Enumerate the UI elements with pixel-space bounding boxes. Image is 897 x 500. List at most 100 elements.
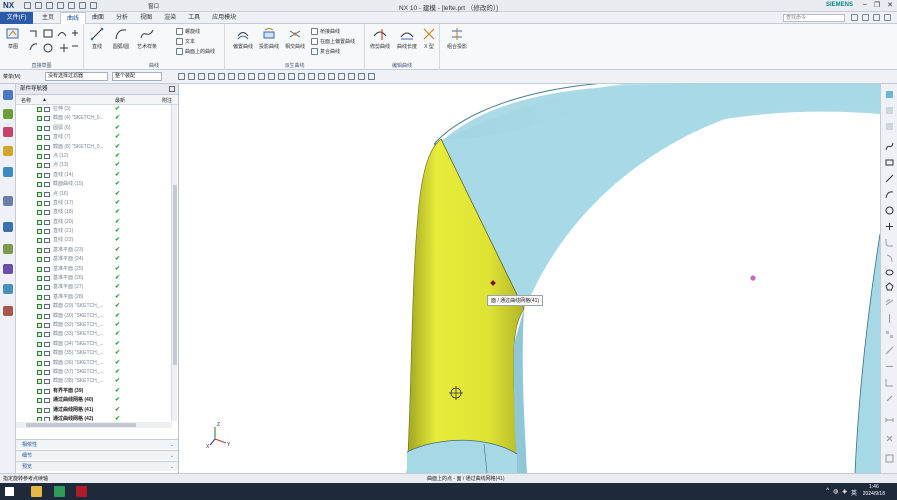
offset-curve-button[interactable]: 投影曲线 xyxy=(257,27,281,50)
divide-icon[interactable] xyxy=(885,362,894,371)
snap-on-curve-icon[interactable] xyxy=(288,73,295,80)
tree-row[interactable]: 截面 (32) "SKETCH_... ✔ xyxy=(16,321,172,330)
ime-indicator[interactable]: 英 xyxy=(851,488,857,497)
tree-row[interactable]: 直线 (17) ✔ xyxy=(16,199,172,208)
tree-row[interactable]: 基准平面 (25) ✔ xyxy=(16,265,172,274)
more-tools-icon[interactable] xyxy=(885,454,894,463)
section-view-icon[interactable] xyxy=(348,73,355,80)
tree-row[interactable]: 基准平面 (23) ✔ xyxy=(16,246,172,255)
tree-row[interactable]: 基准平面 (27) ✔ xyxy=(16,283,172,292)
main-menu-button[interactable]: 菜单(M) xyxy=(3,73,21,80)
visibility-checkbox[interactable] xyxy=(37,153,42,159)
tree-row[interactable]: 直线 (22) ✔ xyxy=(16,236,172,245)
tree-row[interactable]: 直线 (21) ✔ xyxy=(16,227,172,236)
visibility-checkbox[interactable] xyxy=(37,266,42,272)
close-icon[interactable]: ✕ xyxy=(887,1,893,9)
offset-icon[interactable] xyxy=(885,298,894,307)
section-dependencies[interactable]: 相依性 ⌄ xyxy=(16,439,178,449)
assembly-navigator-icon[interactable] xyxy=(3,109,13,119)
select-all-icon[interactable] xyxy=(188,73,195,80)
tree-row[interactable]: 截面 (8) "SKETCH_0... ✔ xyxy=(16,143,172,152)
visibility-checkbox[interactable] xyxy=(37,379,42,385)
system-materials-icon[interactable] xyxy=(3,244,13,254)
mirror-icon[interactable] xyxy=(885,314,894,323)
x-type-button[interactable]: X 型 xyxy=(420,27,438,50)
visibility-checkbox[interactable] xyxy=(37,369,42,375)
restore-icon[interactable]: ❐ xyxy=(874,1,880,9)
point-tool-icon[interactable] xyxy=(885,222,894,231)
web-browser-icon[interactable] xyxy=(3,196,13,206)
tree-row[interactable]: 圆弧 (6) ✔ xyxy=(16,124,172,133)
curve-length-button[interactable]: 曲线长度 xyxy=(395,27,419,50)
visibility-checkbox[interactable] xyxy=(37,238,42,244)
visibility-checkbox[interactable] xyxy=(37,304,42,310)
visibility-checkbox[interactable] xyxy=(37,210,42,216)
intersect-curve-button[interactable]: 相交曲线 xyxy=(283,27,307,50)
combine-projection-button[interactable]: 组合投影 xyxy=(445,27,469,50)
visibility-checkbox[interactable] xyxy=(37,257,42,263)
tree-row[interactable]: 截面 (37) "SKETCH_... ✔ xyxy=(16,368,172,377)
start-icon[interactable] xyxy=(5,487,14,496)
file-menu-button[interactable]: 文件(F) xyxy=(0,12,33,24)
tab-curve[interactable]: 曲线 xyxy=(60,12,87,24)
navigator-hscroll[interactable] xyxy=(16,422,172,428)
visibility-checkbox[interactable] xyxy=(37,313,42,319)
visibility-checkbox[interactable] xyxy=(37,219,42,225)
relation-icon[interactable] xyxy=(885,434,894,443)
model-view[interactable]: X Z Y xyxy=(179,84,880,473)
visibility-checkbox[interactable] xyxy=(37,116,42,122)
visibility-checkbox[interactable] xyxy=(37,332,42,338)
visibility-checkbox[interactable] xyxy=(37,388,42,394)
tree-row[interactable]: 截面 (33) "SKETCH_... ✔ xyxy=(16,330,172,339)
snap-existing-icon[interactable] xyxy=(268,73,275,80)
constraint-navigator-icon[interactable] xyxy=(3,127,13,137)
tree-row[interactable]: 拉伸 (3) ✔ xyxy=(16,105,172,114)
visibility-checkbox[interactable] xyxy=(37,125,42,131)
work-view-icon[interactable] xyxy=(318,73,325,80)
tree-row[interactable]: 通过曲线网格 (42) ✔ xyxy=(16,415,172,421)
tree-row[interactable]: 截面 (29) "SKETCH_... ✔ xyxy=(16,302,172,311)
project-curve-button[interactable]: 偏置曲线 xyxy=(231,27,255,50)
tree-row[interactable]: 点 (12) ✔ xyxy=(16,152,172,161)
tree-row[interactable]: 截面 (35) "SKETCH_... ✔ xyxy=(16,349,172,358)
tab-home[interactable]: 主页 xyxy=(36,12,60,24)
clock[interactable]: 1:46 2024/9/18 xyxy=(863,484,885,498)
network-icon[interactable]: ◍ xyxy=(833,488,838,497)
tab-tools[interactable]: 工具 xyxy=(182,12,206,24)
circle-tool-icon[interactable] xyxy=(885,206,894,215)
close-part-icon[interactable] xyxy=(884,14,891,21)
trim-curve-button[interactable]: 修剪曲线 xyxy=(369,27,391,50)
grid-icon[interactable] xyxy=(368,73,375,80)
curve-on-surface-button[interactable]: 曲面上的曲线 xyxy=(176,48,215,55)
visibility-checkbox[interactable] xyxy=(37,407,42,413)
visibility-checkbox[interactable] xyxy=(37,398,42,404)
bridge-curve-button[interactable]: 桥接曲线 xyxy=(311,28,340,35)
tree-row[interactable]: 截面 (36) "SKETCH_... ✔ xyxy=(16,359,172,368)
tree-row[interactable]: 基准平面 (24) ✔ xyxy=(16,255,172,264)
helix-button[interactable]: 螺旋线 xyxy=(176,28,200,35)
layer-icon[interactable] xyxy=(308,73,315,80)
tree-row[interactable]: 截面 (4) "SKETCH_0... ✔ xyxy=(16,114,172,123)
visibility-checkbox[interactable] xyxy=(37,135,42,141)
line-tool-icon[interactable] xyxy=(885,174,894,183)
tree-row[interactable]: 直线 (14) ✔ xyxy=(16,171,172,180)
navigator-vscroll[interactable] xyxy=(171,105,177,421)
graphics-window[interactable]: X Z Y 面 / 通过曲线网格(41) xyxy=(179,84,880,473)
selection-filter-dropdown[interactable]: 没有选择过滤器 xyxy=(45,72,108,81)
spline-tool-icon[interactable] xyxy=(885,142,894,151)
volume-icon[interactable]: ◈ xyxy=(842,488,847,497)
composite-curve-button[interactable]: 复合曲线 xyxy=(311,48,340,55)
tree-row[interactable]: 直线 (7) ✔ xyxy=(16,133,172,142)
rectangle-icon[interactable] xyxy=(885,158,894,167)
visibility-checkbox[interactable] xyxy=(37,276,42,282)
visibility-checkbox[interactable] xyxy=(37,341,42,347)
tree-row[interactable]: 截面 (30) "SKETCH_... ✔ xyxy=(16,312,172,321)
offset-on-face-button[interactable]: 在面上偏置曲线 xyxy=(311,38,355,45)
tree-row[interactable]: 截面 (34) "SKETCH_... ✔ xyxy=(16,340,172,349)
ribbon-options-icon[interactable] xyxy=(862,14,869,21)
assembly-scope-dropdown[interactable]: 整个装配 xyxy=(112,72,162,81)
color-icon[interactable] xyxy=(358,73,365,80)
visibility-checkbox[interactable] xyxy=(37,351,42,357)
visibility-checkbox[interactable] xyxy=(37,416,42,421)
tree-row[interactable]: 点 (16) ✔ xyxy=(16,190,172,199)
